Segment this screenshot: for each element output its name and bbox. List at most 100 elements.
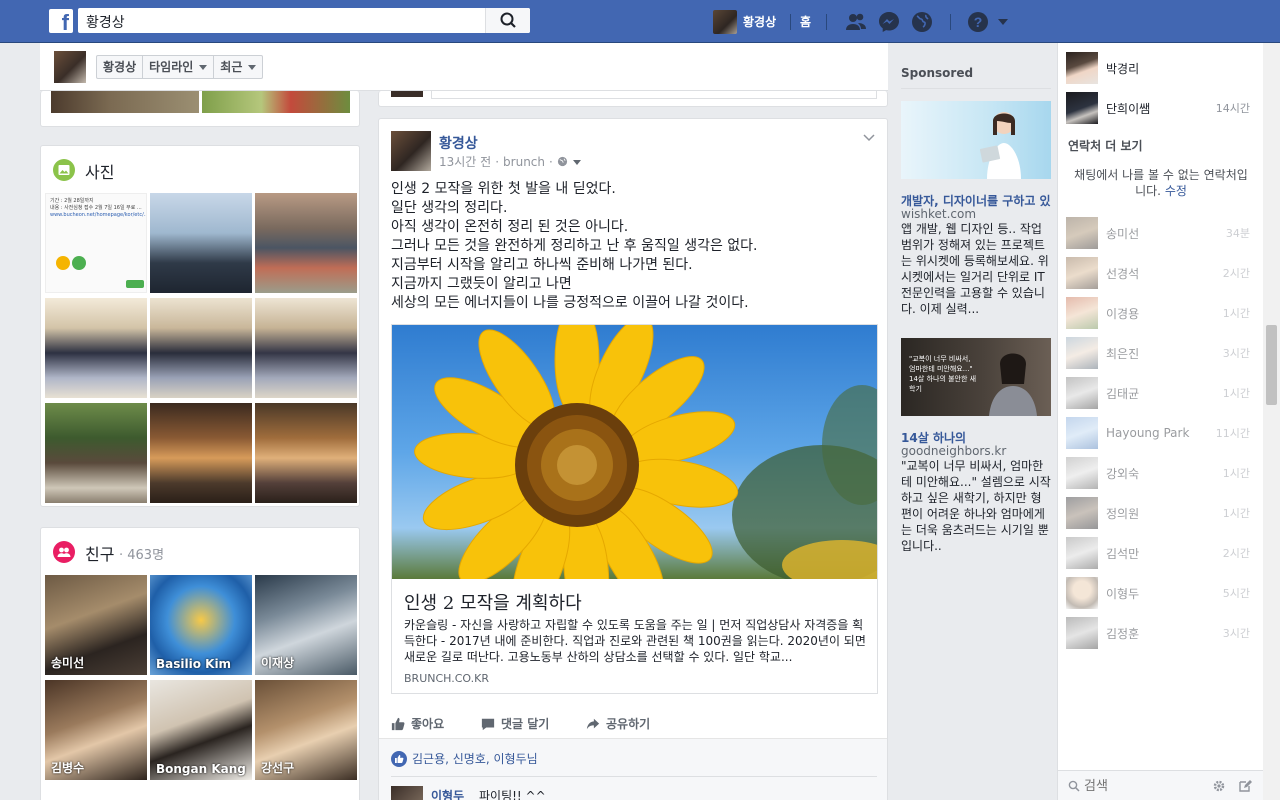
photo-document-thumbnail[interactable]: 기간 : 2월 28일까지 내용 : 사전심청 접수 2월 7일 16일 무료 … (45, 193, 147, 293)
chat-search-input[interactable] (1084, 776, 1204, 796)
messenger-icon[interactable] (877, 10, 901, 34)
chat-contact[interactable]: 최은진 3시간 (1058, 333, 1264, 373)
photo-thumbnail[interactable] (51, 91, 199, 113)
edit-link[interactable]: 수정 (1165, 184, 1187, 198)
chat-contact[interactable]: 강외숙 1시간 (1058, 453, 1264, 493)
friend-requests-icon[interactable] (844, 10, 868, 34)
link-preview[interactable]: 인생 2 모작을 계획하다 카운슬링 - 자신을 사랑하고 자립할 수 있도록 … (391, 324, 878, 694)
contact-last-active: 3시간 (1222, 627, 1250, 640)
share-arrow-icon (586, 718, 600, 729)
post-source[interactable]: brunch (503, 155, 545, 169)
chat-contact[interactable]: Hayoung Park 11시간 (1058, 413, 1264, 453)
post-options-chevron-icon[interactable] (863, 133, 875, 143)
gear-icon[interactable] (1212, 779, 1226, 793)
contact-last-active: 2시간 (1222, 547, 1250, 560)
scrollbar-thumb[interactable] (1266, 325, 1277, 405)
profile-link[interactable]: 황경상 (713, 0, 776, 43)
notifications-globe-icon[interactable] (910, 10, 934, 34)
photo-thumbnail[interactable] (202, 91, 350, 113)
profile-sticky-header: 황경상 타임라인 최근 (40, 43, 888, 91)
help-icon[interactable]: ? (966, 10, 990, 34)
post-timestamp[interactable]: 13시간 전 (439, 153, 491, 170)
contact-avatar (1066, 92, 1098, 124)
share-button[interactable]: 공유하기 (586, 715, 650, 732)
chat-contact[interactable]: 박경리 (1058, 48, 1264, 88)
comment-button[interactable]: 댓글 달기 (481, 715, 549, 732)
post-author-avatar[interactable] (391, 131, 431, 171)
friend-tile[interactable]: Basilio Kim (150, 575, 252, 675)
likers-names[interactable]: 김근용, 신명호, 이형두님 (412, 750, 538, 767)
timeline-dropdown[interactable]: 타임라인 (143, 56, 215, 78)
contact-last-active: 11시간 (1215, 427, 1250, 440)
photo-thumbnail[interactable] (150, 403, 252, 503)
post-author-name[interactable]: 황경상 (439, 133, 478, 153)
friends-title[interactable]: 친구 (85, 541, 114, 565)
photo-thumbnail[interactable] (150, 193, 252, 293)
link-preview-image[interactable] (392, 325, 877, 579)
search-input[interactable]: 황경상 (86, 12, 125, 32)
ad-girl-illustration (989, 353, 1037, 416)
photo-thumbnail[interactable] (45, 298, 147, 398)
chat-contact[interactable]: 김석만 2시간 (1058, 533, 1264, 573)
chat-contact[interactable]: 선경석 2시간 (1058, 253, 1264, 293)
ad-image[interactable]: "교복이 너무 비싸서, 엄마한테 미안해요..." 14살 하나의 불안한 새… (901, 338, 1051, 416)
contact-name: 송미선 (1106, 226, 1140, 241)
recent-dropdown[interactable]: 최근 (214, 56, 262, 78)
like-button[interactable]: 좋아요 (391, 715, 444, 732)
profile-name-pill[interactable]: 황경상 (97, 56, 144, 78)
profile-thumbnail[interactable] (54, 51, 86, 83)
friend-tile[interactable]: 김병수 (45, 680, 147, 780)
contact-name: 이형두 (1106, 586, 1140, 601)
contact-name: Hayoung Park (1106, 426, 1190, 440)
ad-body: "교복이 너무 비싸서, 엄마한테 미안해요..." 설렘으로 시작하고 싶은 … (901, 459, 1051, 553)
photo-thumbnail[interactable] (45, 403, 147, 503)
compose-icon[interactable] (1238, 779, 1252, 793)
comment-author[interactable]: 이형두 (431, 787, 464, 800)
chat-contact[interactable]: 이경용 1시간 (1058, 293, 1264, 333)
partial-card-top (40, 91, 360, 127)
contact-last-active: 1시간 (1222, 307, 1250, 320)
photo-thumbnail[interactable] (150, 298, 252, 398)
post-meta: 13시간 전 · brunch · (439, 153, 582, 170)
contact-last-active: 1시간 (1222, 507, 1250, 520)
timeline-label: 타임라인 (149, 60, 194, 74)
recent-label: 최근 (220, 60, 243, 74)
friend-tile[interactable]: 송미선 (45, 575, 147, 675)
divider (901, 88, 1051, 89)
page-scrollbar[interactable] (1263, 43, 1280, 800)
post-feedback-area: 김근용, 신명호, 이형두님 이형두 파이팅!! ^^ (379, 739, 887, 800)
photos-title[interactable]: 사진 (85, 159, 114, 183)
facebook-logo-icon[interactable]: f (49, 9, 73, 33)
home-link[interactable]: 홈 (800, 13, 811, 30)
comment-input[interactable] (431, 91, 877, 99)
chat-contact[interactable]: 김태균 1시간 (1058, 373, 1264, 413)
chat-contact[interactable]: 김정훈 3시간 (1058, 613, 1264, 653)
friends-icon (53, 541, 75, 563)
account-menu-caret-icon[interactable] (996, 15, 1010, 29)
privacy-caret-icon[interactable] (572, 157, 582, 167)
chat-contact[interactable]: 정의원 1시간 (1058, 493, 1264, 533)
search-box[interactable]: 황경상 (78, 8, 530, 33)
friend-name: 이재상 (261, 656, 295, 670)
chat-contact[interactable]: 이형두 5시간 (1058, 573, 1264, 613)
contact-name: 선경석 (1106, 266, 1140, 281)
chat-contact[interactable]: 송미선 34분 (1058, 213, 1264, 253)
link-title[interactable]: 인생 2 모작을 계획하다 (404, 589, 582, 615)
comment-avatar[interactable] (391, 786, 423, 800)
photo-thumbnail[interactable] (255, 298, 357, 398)
search-button[interactable] (485, 8, 530, 33)
offline-notice: 채팅에서 나를 볼 수 없는 연락처입니다. 수정 (1074, 167, 1248, 199)
contact-name: 박경리 (1106, 61, 1140, 76)
friend-tile[interactable]: 이재상 (255, 575, 357, 675)
divider (826, 13, 827, 30)
photo-thumbnail[interactable] (255, 403, 357, 503)
photos-card: 사진 기간 : 2월 28일까지 내용 : 사전심청 접수 2월 7일 16일 … (40, 145, 360, 507)
ad-image[interactable] (901, 101, 1051, 179)
friend-tile[interactable]: Bongan Kang (150, 680, 252, 780)
chat-contact[interactable]: 단희이쌤 14시간 (1058, 88, 1264, 128)
likes-summary[interactable]: 김근용, 신명호, 이형두님 (391, 750, 538, 767)
photo-thumbnail[interactable] (255, 193, 357, 293)
post-card: 황경상 13시간 전 · brunch · 인생 2 모작을 위한 첫 발을 내… (378, 118, 888, 800)
friend-tile[interactable]: 강선구 (255, 680, 357, 780)
contact-avatar (1066, 417, 1098, 449)
